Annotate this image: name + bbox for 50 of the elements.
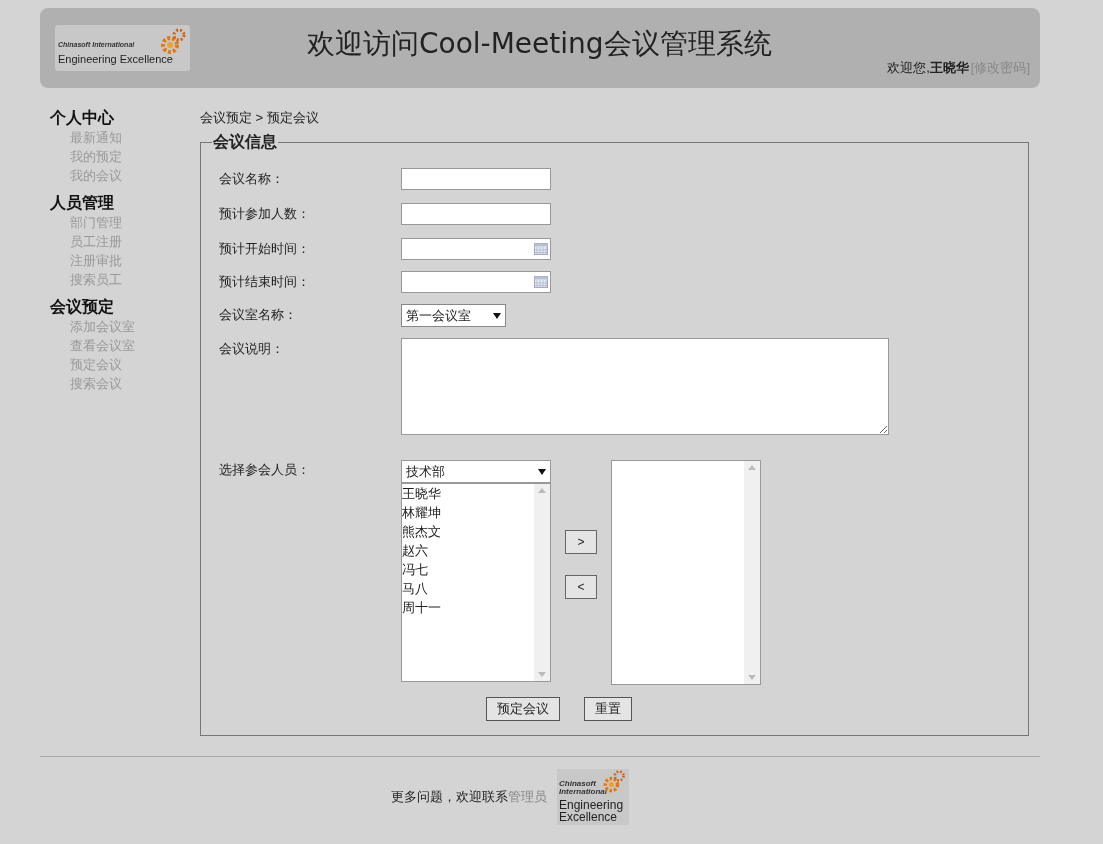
welcome-text: 欢迎您,	[887, 58, 930, 77]
date-input[interactable]	[401, 271, 551, 293]
room-select[interactable]: 第一会议室	[401, 304, 506, 327]
field-label: 会议室名称：	[219, 306, 298, 324]
scroll-down-icon[interactable]	[748, 675, 756, 680]
list-option[interactable]: 马八	[402, 579, 534, 598]
list-option[interactable]: 冯七	[402, 560, 534, 579]
sidebar-heading: 会议预定	[50, 297, 115, 317]
list-option[interactable]: 赵六	[402, 541, 534, 560]
list-option[interactable]: 熊杰文	[402, 522, 534, 541]
form-button[interactable]: 重置	[583, 697, 632, 721]
field-label: 会议名称：	[219, 170, 285, 188]
sidebar-heading: 个人中心	[50, 108, 115, 128]
user-name: 王晓华	[929, 58, 969, 77]
field-label: 预计开始时间：	[219, 240, 311, 258]
department-select[interactable]: 技术部	[401, 460, 551, 483]
list-option[interactable]: 王晓华	[402, 484, 534, 503]
field-label: 预计参加人数：	[219, 205, 311, 223]
text-input[interactable]	[401, 168, 551, 190]
calendar-icon[interactable]	[534, 276, 548, 288]
panel-legend: 会议信息	[212, 130, 278, 154]
dropdown-arrow-icon[interactable]	[538, 467, 546, 476]
list-option[interactable]: 林耀坤	[402, 503, 534, 522]
scroll-up-icon[interactable]	[538, 488, 546, 493]
logo-text: Excellence	[559, 811, 618, 823]
footer-text: 更多问题，欢迎联系	[391, 788, 508, 807]
form-button[interactable]: 预定会议	[485, 697, 560, 721]
description-textarea[interactable]	[401, 338, 889, 435]
move-right-button[interactable]: >	[565, 530, 597, 554]
logo-text: Engineering Excellence	[58, 54, 173, 65]
calendar-icon[interactable]	[534, 243, 548, 255]
dropdown-arrow-icon[interactable]	[493, 311, 501, 320]
scrollbar[interactable]	[534, 484, 550, 681]
breadcrumb: 会议预定 > 预定会议	[200, 109, 320, 127]
field-label: 预计结束时间：	[219, 273, 311, 291]
sidebar-heading: 人员管理	[50, 193, 115, 213]
list-option[interactable]: 周十一	[402, 598, 534, 617]
gear-logo-icon	[158, 27, 188, 57]
text-input[interactable]	[401, 203, 551, 225]
scrollbar[interactable]	[744, 461, 760, 684]
field-label: 会议说明：	[219, 340, 285, 358]
logo-tagline: Chinasoft	[559, 780, 596, 788]
logo-tagline: International	[559, 788, 607, 796]
scroll-up-icon[interactable]	[748, 465, 756, 470]
field-label: 选择参会人员：	[219, 461, 311, 479]
scroll-down-icon[interactable]	[538, 672, 546, 677]
logo-text: Engineering	[559, 799, 625, 811]
date-input[interactable]	[401, 238, 551, 260]
move-left-button[interactable]: <	[565, 575, 597, 599]
site-title: 欢迎访问Cool-Meeting会议管理系统	[307, 26, 772, 62]
